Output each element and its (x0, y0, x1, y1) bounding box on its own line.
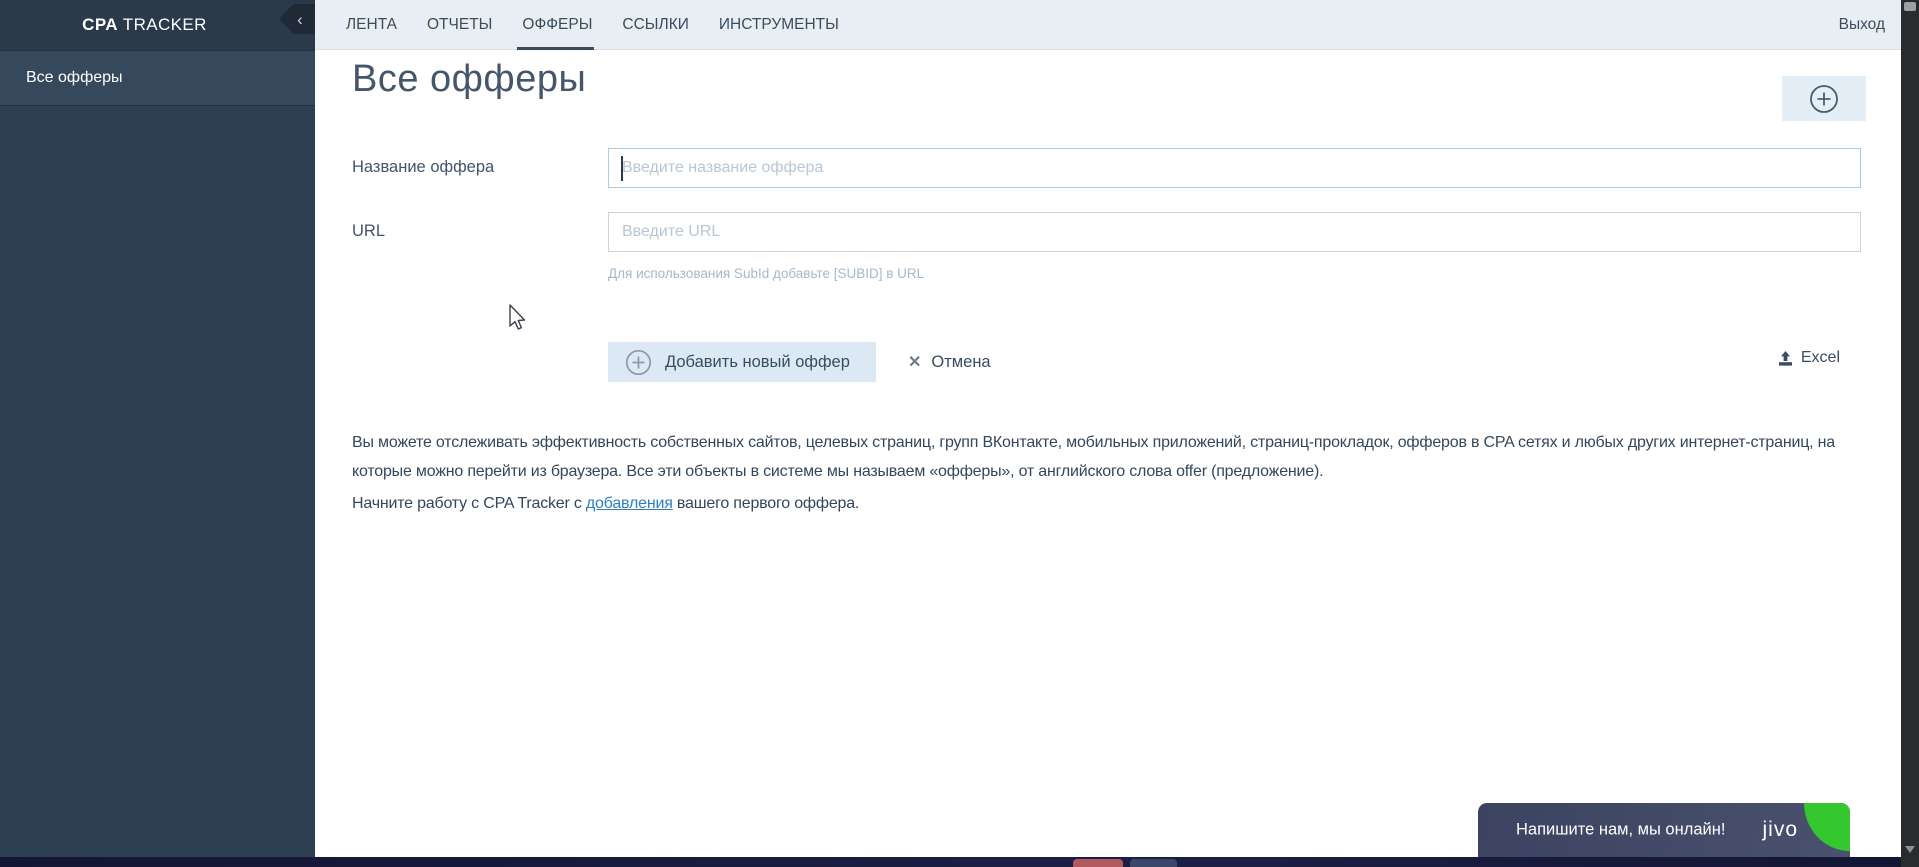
start-suffix: вашего первого оффера. (672, 495, 860, 512)
taskbar (0, 857, 1919, 867)
logout-link[interactable]: Выход (1839, 0, 1901, 49)
page-title: Все офферы (352, 58, 587, 100)
plus-circle-icon (1810, 84, 1838, 113)
offer-name-input[interactable] (608, 148, 1861, 188)
chevron-left-icon: ‹ (297, 9, 303, 29)
start-paragraph: Начните работу с CPA Tracker с добавлени… (352, 495, 859, 513)
tab-offery[interactable]: ОФФЕРЫ (507, 0, 607, 50)
cancel-label: Отмена (931, 352, 991, 371)
submit-offer-button[interactable]: Добавить новый оффер (608, 342, 876, 382)
submit-offer-label: Добавить новый оффер (665, 352, 850, 371)
chat-message: Напишите нам, мы онлайн! (1516, 820, 1726, 839)
add-offer-button[interactable] (1782, 76, 1866, 121)
chat-widget[interactable]: Напишите нам, мы онлайн! jivo (1478, 803, 1850, 857)
sidebar-collapse-button[interactable]: ‹ (279, 4, 315, 34)
add-first-offer-link[interactable]: добавления (586, 495, 673, 512)
sidebar-header: CPA TRACKER ‹ (0, 0, 315, 51)
scrollbar-thumb[interactable] (1904, 2, 1916, 11)
app-window: { "sidebar": { "logo_bold": "CPA", "logo… (0, 0, 1919, 867)
taskbar-item[interactable] (1073, 859, 1123, 867)
taskbar-item[interactable] (1130, 859, 1177, 867)
jivo-logo: jivo (1762, 818, 1798, 841)
offer-url-label: URL (352, 222, 386, 240)
main-nav-tabs: ЛЕНТА ОТЧЕТЫ ОФФЕРЫ ССЫЛКИ ИНСТРУМЕНТЫ (331, 0, 854, 50)
sidebar: CPA TRACKER ‹ Все офферы (0, 0, 315, 867)
intro-paragraph: Вы можете отслеживать эффективность собс… (352, 434, 1835, 480)
close-icon: ✕ (908, 354, 922, 371)
logo-rest-text: TRACKER (117, 15, 207, 34)
cancel-button[interactable]: ✕ Отмена (908, 342, 991, 382)
start-prefix: Начните работу с CPA Tracker с (352, 495, 586, 512)
sidebar-item-all-offers[interactable]: Все офферы (0, 51, 315, 106)
scrollbar-track[interactable] (1901, 0, 1919, 867)
offer-url-input[interactable] (608, 212, 1861, 252)
leaf-icon (1804, 803, 1850, 851)
excel-upload-button[interactable]: Excel (1777, 349, 1840, 367)
tab-otchety[interactable]: ОТЧЕТЫ (412, 0, 507, 49)
scroll-down-arrow-icon[interactable] (1905, 846, 1915, 853)
text-caret (621, 156, 623, 181)
topbar: ЛЕНТА ОТЧЕТЫ ОФФЕРЫ ССЫЛКИ ИНСТРУМЕНТЫ В… (315, 0, 1901, 50)
tab-ssylki[interactable]: ССЫЛКИ (607, 0, 703, 49)
excel-label: Excel (1800, 349, 1840, 366)
logo-bold-text: CPA (82, 15, 118, 34)
tab-instrumenty[interactable]: ИНСТРУМЕНТЫ (704, 0, 854, 49)
plus-circle-icon (625, 349, 652, 375)
sidebar-item-label: Все офферы (26, 69, 123, 86)
offer-name-label: Название оффера (352, 158, 495, 176)
main-content: Все офферы Название оффера URL Для испол… (315, 50, 1901, 857)
upload-icon (1778, 350, 1792, 366)
subid-hint: Для использования SubId добавьте [SUBID]… (608, 266, 925, 281)
tab-lenta[interactable]: ЛЕНТА (331, 0, 412, 49)
app-logo[interactable]: CPA TRACKER (82, 15, 233, 35)
